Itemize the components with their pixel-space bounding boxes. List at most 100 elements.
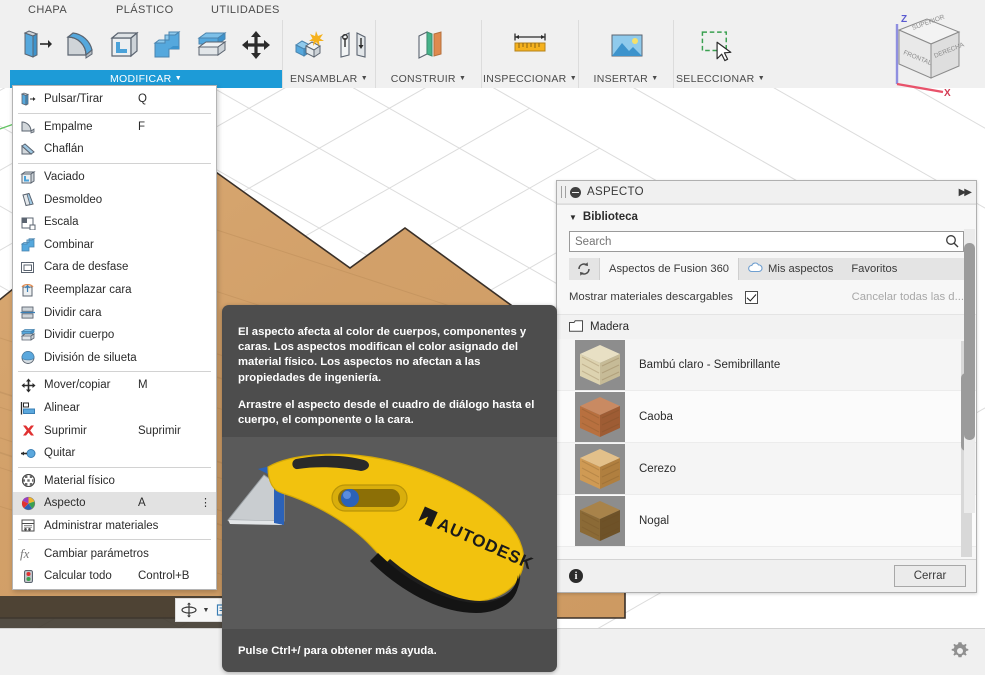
menu-item-cara-de-desfase[interactable]: Cara de desfase <box>13 256 216 279</box>
shell-icon <box>20 169 37 186</box>
menu-item-label: Mover/copiar <box>44 379 138 391</box>
material-row[interactable]: Caoba <box>557 391 976 443</box>
split-body-tool-icon[interactable] <box>190 23 234 67</box>
align-icon <box>20 400 37 417</box>
replace-face-icon <box>20 282 37 299</box>
material-group-label: Madera <box>590 321 629 333</box>
chevron-down-icon: ▼ <box>651 75 658 82</box>
dialog-titlebar[interactable]: ASPECTO ▶▶ <box>557 181 976 204</box>
measure-icon[interactable] <box>508 23 552 67</box>
menu-item-alinear[interactable]: Alinear <box>13 397 216 420</box>
material-row[interactable]: Nogal <box>557 495 976 547</box>
tooltip-image: AUTODESK <box>222 437 557 629</box>
tab-favoritos[interactable]: Favoritos <box>842 258 906 280</box>
menu-item-empalme[interactable]: EmpalmeF <box>13 116 216 139</box>
info-icon[interactable]: i <box>569 569 583 583</box>
construction-plane-icon[interactable] <box>408 23 452 67</box>
menu-item-label: Reemplazar cara <box>44 284 138 296</box>
search-input[interactable] <box>569 231 964 252</box>
downloadable-option-row: Mostrar materiales descargables Cancelar… <box>557 284 976 310</box>
svg-text:fx: fx <box>20 546 30 561</box>
expand-right-icon[interactable]: ▶▶ <box>959 187 970 198</box>
ribbon-tab-plstico[interactable]: PLÁSTICO <box>110 2 180 18</box>
panel-label-ensamblar[interactable]: ENSAMBLAR ▼ <box>283 70 375 88</box>
new-component-icon[interactable] <box>287 23 331 67</box>
settings-gear-icon[interactable] <box>949 640 971 662</box>
fillet-icon <box>20 118 37 135</box>
menu-item-divisi-n-de-silueta[interactable]: División de silueta <box>13 347 216 370</box>
modify-dropdown-menu[interactable]: Pulsar/TirarQ EmpalmeFChaflán VaciadoDesmo… <box>12 85 217 590</box>
menu-separator <box>18 163 211 164</box>
library-section-header[interactable]: ▼ Biblioteca <box>557 205 976 229</box>
menu-item-chafl-n[interactable]: Chaflán <box>13 138 216 161</box>
panel-insertar: INSERTAR ▼ <box>578 20 673 88</box>
cloud-icon <box>748 262 763 276</box>
panel-construir: CONSTRUIR ▼ <box>375 20 481 88</box>
search-icon[interactable] <box>945 234 959 248</box>
select-window-icon[interactable] <box>696 23 740 67</box>
menu-item-dividir-cuerpo[interactable]: Dividir cuerpo <box>13 324 216 347</box>
dialog-title: ASPECTO <box>587 186 959 198</box>
material-swatch <box>575 444 625 494</box>
material-row[interactable]: Bambú claro - Semibrillante <box>557 339 976 391</box>
menu-item-material-f-sico[interactable]: Material físico <box>13 470 216 493</box>
menu-item-reemplazar-cara[interactable]: Reemplazar cara <box>13 279 216 302</box>
material-swatch <box>575 340 625 390</box>
material-list[interactable]: Madera Bambú claro - SemibrillanteCaobaC… <box>557 314 976 559</box>
menu-item-vaciado[interactable]: Vaciado <box>13 166 216 189</box>
close-button[interactable]: Cerrar <box>894 565 966 587</box>
material-swatch <box>575 496 625 546</box>
dialog-scroll-thumb[interactable] <box>964 243 975 440</box>
dialog-scrollbar[interactable] <box>964 229 975 513</box>
panel-label-construir[interactable]: CONSTRUIR ▼ <box>376 70 481 88</box>
material-group-madera[interactable]: Madera <box>557 315 976 339</box>
menu-item-suprimir[interactable]: SuprimirSuprimir <box>13 419 216 442</box>
show-downloadable-label: Mostrar materiales descargables <box>569 291 733 303</box>
menu-item-aspecto[interactable]: AspectoA⋮ <box>13 492 216 515</box>
draft-icon <box>20 191 37 208</box>
orbit-icon[interactable] <box>179 600 199 620</box>
menu-item-mover-copiar[interactable]: Mover/copiarM <box>13 374 216 397</box>
menu-item-shortcut: Suprimir <box>138 425 200 437</box>
menu-item-cambiar-par-metros[interactable]: fxCambiar parámetros <box>13 542 216 565</box>
dialog-drag-grip[interactable] <box>561 186 566 198</box>
menu-item-quitar[interactable]: Quitar <box>13 442 216 465</box>
panel-label-seleccionar[interactable]: SELECCIONAR ▼ <box>674 70 767 88</box>
menu-item-label: Combinar <box>44 239 138 251</box>
minimize-icon[interactable] <box>570 187 581 198</box>
chamfer-icon <box>20 141 37 158</box>
menu-item-desmoldeo[interactable]: Desmoldeo <box>13 188 216 211</box>
insert-image-icon[interactable] <box>604 23 648 67</box>
panel-label-insertar[interactable]: INSERTAR ▼ <box>579 70 673 88</box>
cancel-downloads-link[interactable]: Cancelar todas las d... <box>852 291 964 303</box>
refresh-icon[interactable] <box>569 258 599 280</box>
fillet-tool-icon[interactable] <box>58 23 102 67</box>
tab-aspectos-fusion360-label: Aspectos de Fusion 360 <box>609 263 729 275</box>
panel-label-inspeccionar[interactable]: INSPECCIONAR ▼ <box>482 70 578 88</box>
menu-item-escala[interactable]: Escala <box>13 211 216 234</box>
move-copy-tool-icon[interactable] <box>234 23 278 67</box>
view-cube[interactable]: Z X SUPERIOR FRONTAL DERECHA <box>877 6 977 98</box>
show-downloadable-checkbox[interactable] <box>745 291 758 304</box>
push-pull-tool-icon[interactable] <box>14 23 58 67</box>
menu-item-administrar-materiales[interactable]: Administrar materiales <box>13 515 216 538</box>
menu-item-overflow-icon[interactable]: ⋮ <box>200 500 210 506</box>
menu-item-pulsar-tirar[interactable]: Pulsar/TirarQ <box>13 88 216 111</box>
ribbon-tab-utilidades[interactable]: UTILIDADES <box>205 2 286 18</box>
orbit-dropdown-caret[interactable]: ▼ <box>201 600 211 620</box>
menu-item-calcular-todo[interactable]: Calcular todoControl+B <box>13 565 216 588</box>
menu-item-combinar[interactable]: Combinar <box>13 234 216 257</box>
ribbon-tab-chapa[interactable]: CHAPA <box>22 2 73 18</box>
menu-item-shortcut: F <box>138 121 200 133</box>
chevron-down-icon: ▼ <box>361 75 368 82</box>
material-row[interactable]: Cerezo <box>557 443 976 495</box>
menu-item-dividir-cara[interactable]: Dividir cara <box>13 301 216 324</box>
joint-icon[interactable] <box>331 23 375 67</box>
tab-mis-aspectos[interactable]: Mis aspectos <box>739 258 842 280</box>
search-field-wrapper <box>569 231 964 252</box>
split-body-icon <box>20 327 37 344</box>
tab-aspectos-fusion360[interactable]: Aspectos de Fusion 360 <box>599 258 739 280</box>
menu-item-shortcut: Control+B <box>138 570 200 582</box>
combine-tool-icon[interactable] <box>146 23 190 67</box>
shell-tool-icon[interactable] <box>102 23 146 67</box>
